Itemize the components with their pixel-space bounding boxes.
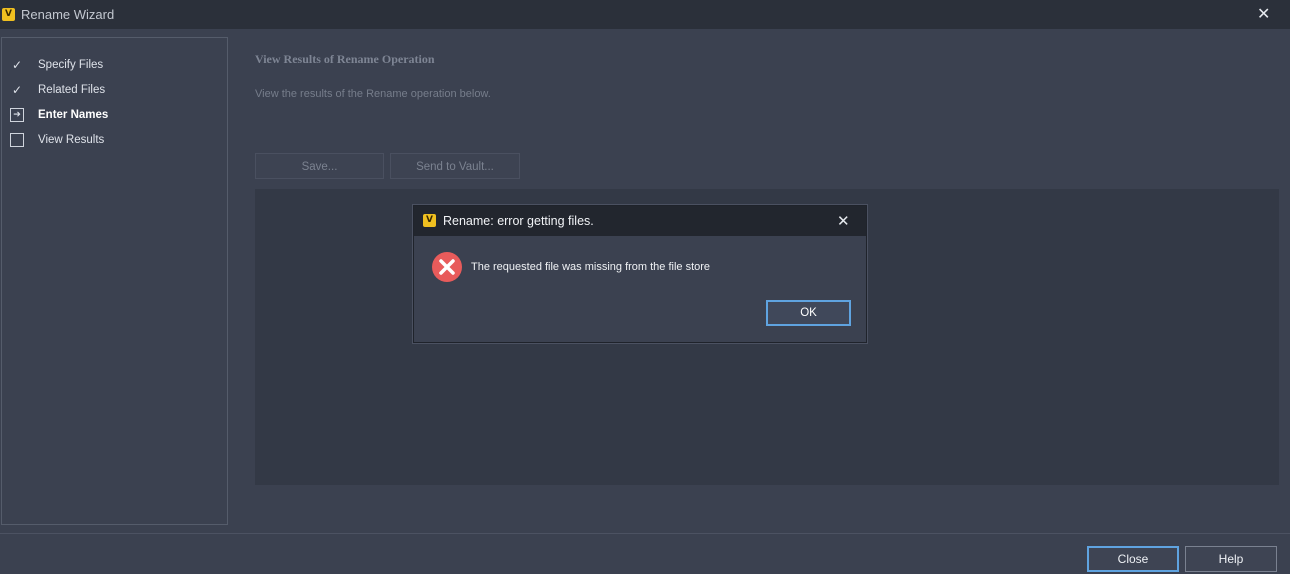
autodesk-vault-icon: V [423, 214, 436, 227]
footer-divider [0, 533, 1290, 534]
dialog-title: Rename: error getting files. [443, 214, 594, 228]
send-to-vault-button[interactable]: Send to Vault... [390, 153, 520, 179]
autodesk-vault-icon: V [2, 8, 15, 21]
wizard-steps-panel: ✓ Specify Files ✓ Related Files ➔ Enter … [1, 37, 228, 525]
dialog-titlebar: V Rename: error getting files. ✕ [414, 206, 866, 236]
dialog-close-icon[interactable]: ✕ [837, 213, 850, 229]
window-title: Rename Wizard [21, 7, 115, 22]
ok-button[interactable]: OK [766, 300, 851, 326]
step-label: Related Files [38, 84, 106, 96]
window-titlebar: V Rename Wizard ✕ [0, 0, 1290, 29]
close-button[interactable]: Close [1087, 546, 1179, 572]
error-message: The requested file was missing from the … [471, 261, 711, 273]
empty-checkbox-icon [10, 133, 24, 147]
error-dialog: V Rename: error getting files. ✕ The req… [413, 205, 867, 343]
section-description: View the results of the Rename operation… [255, 88, 491, 100]
window-close-icon[interactable]: ✕ [1257, 6, 1270, 22]
step-label: Specify Files [38, 59, 104, 71]
step-label: Enter Names [38, 109, 109, 121]
section-title: View Results of Rename Operation [255, 52, 435, 66]
checkmark-icon: ✓ [11, 58, 23, 72]
step-label: View Results [38, 134, 105, 146]
save-button[interactable]: Save... [255, 153, 384, 179]
current-step-arrow-icon: ➔ [10, 108, 24, 122]
help-button[interactable]: Help [1185, 546, 1277, 572]
error-icon [432, 252, 462, 282]
rename-wizard-window: V Rename Wizard ✕ ✓ Specify Files ✓ Rela… [0, 0, 1290, 574]
checkmark-icon: ✓ [11, 83, 23, 97]
